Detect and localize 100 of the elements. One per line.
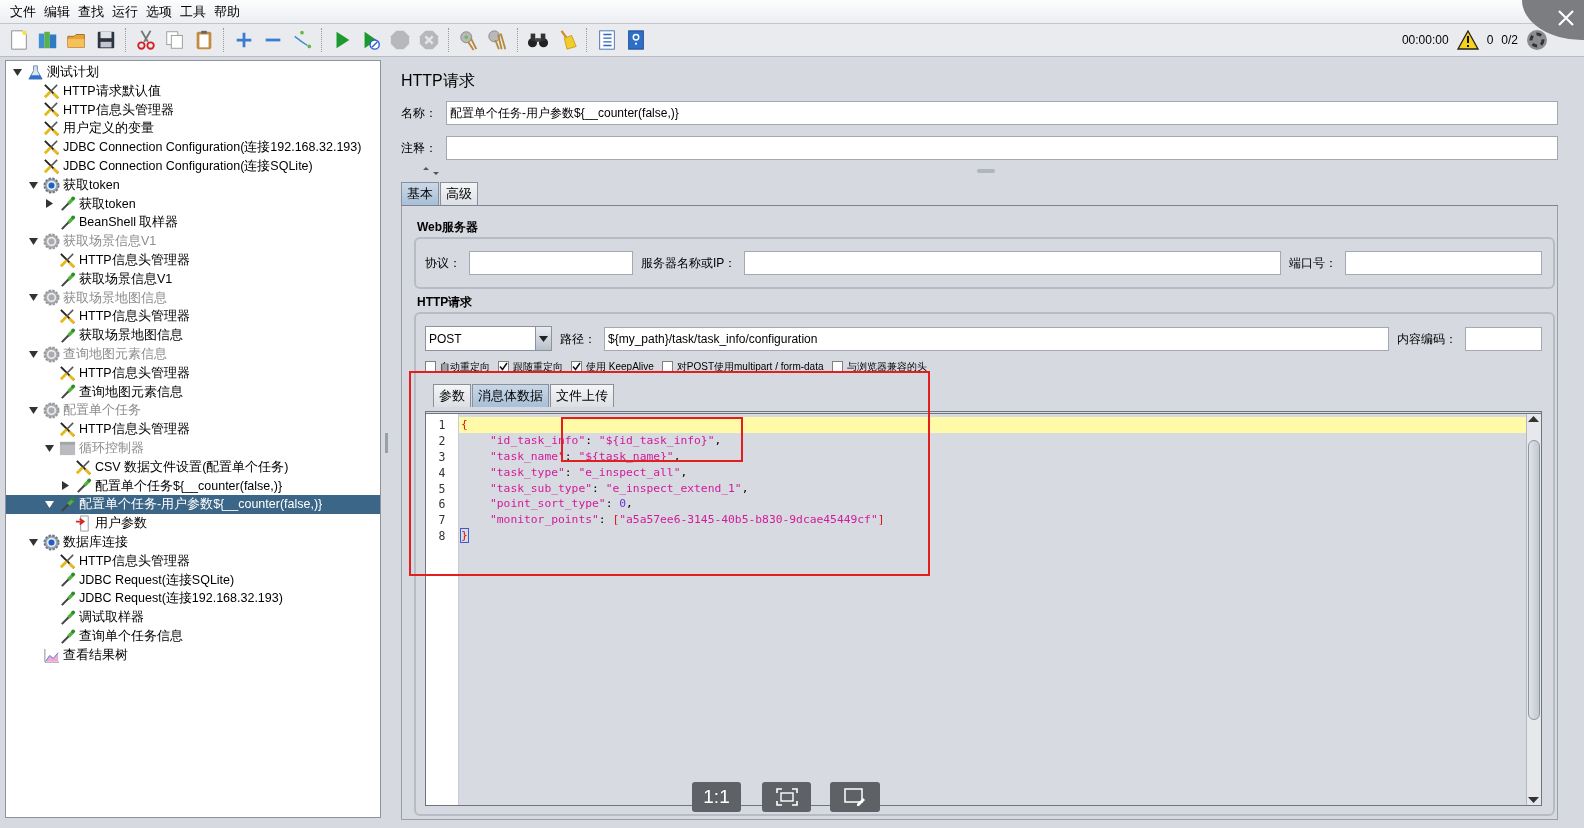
tools-icon [43, 101, 60, 119]
checkbox[interactable]: 对POST使用multipart / form-data [661, 359, 824, 374]
tree-item[interactable]: 获取token [6, 194, 380, 214]
scrollbar-thumb[interactable] [1528, 440, 1540, 720]
line-number: 7 [437, 512, 447, 529]
checkbox[interactable]: 与浏览器兼容的头 [831, 359, 927, 374]
scroll-down-icon[interactable] [1527, 795, 1540, 805]
pipette-icon [59, 214, 76, 232]
tree-item[interactable]: 获取token [6, 175, 380, 195]
code-line: "monitor_points": ["a5a57ee6-3145-40b5-b830-9dcae45449cf"] [490, 512, 885, 529]
tree-item[interactable]: 查看结果树 [6, 645, 380, 665]
warning-count: 0 [1486, 32, 1494, 49]
encoding-field[interactable] [1465, 326, 1542, 351]
code-line: "task_type": "e_inspect_all", [490, 464, 688, 481]
tools-icon [43, 120, 60, 138]
tools-icon [59, 308, 76, 326]
menu-item[interactable]: 编辑 [40, 0, 74, 25]
status-indicator-icon [1526, 29, 1548, 51]
pipette-icon [59, 590, 76, 608]
menu-item[interactable]: 文件 [6, 0, 40, 25]
splitter-handle-icon[interactable] [385, 432, 388, 453]
tree-item[interactable]: 数据库连接 [6, 532, 380, 552]
checkbox[interactable]: 使用 KeepAlive [571, 359, 654, 374]
expand-arrow-icon[interactable] [45, 199, 54, 209]
line-number: 1 [437, 417, 447, 433]
pipette-icon [75, 477, 92, 495]
tree-item[interactable]: HTTP请求默认值 [6, 81, 380, 101]
elapsed-time: 00:00:00 [1401, 32, 1449, 49]
gear-brooms-icon[interactable] [486, 29, 509, 51]
code-line: { [461, 418, 468, 431]
flask-icon [27, 63, 44, 81]
pipette-icon [59, 195, 76, 213]
divider-handle-icon[interactable] [977, 169, 995, 173]
tree-item[interactable]: BeanShell 取样器 [6, 213, 380, 233]
pipette-icon [59, 383, 76, 401]
tab[interactable]: 消息体数据 [472, 384, 549, 407]
tab[interactable]: 参数 [433, 384, 471, 407]
tree-item[interactable]: 测试计划 [6, 63, 380, 82]
tree-item[interactable]: JDBC Request(连接192.168.32.193) [6, 589, 380, 609]
collapse-arrow-icon[interactable] [29, 537, 38, 547]
document-arrow-icon [75, 515, 92, 532]
menu-item[interactable]: 工具 [176, 0, 210, 25]
gear-broom-icon[interactable] [457, 29, 480, 51]
menu-item[interactable]: 选项 [142, 0, 176, 25]
actual-size-button[interactable]: 1:1 [692, 782, 741, 812]
checkbox[interactable]: 自动重定向 [425, 359, 490, 374]
menu-item[interactable]: 查找 [74, 0, 108, 25]
tree-item[interactable]: 用户定义的变量 [6, 119, 380, 139]
checkmark-icon [572, 362, 581, 371]
code-line: "task_name": "${task_name}", [490, 448, 681, 465]
collapse-arrow-icon[interactable] [13, 67, 22, 77]
scroll-up-icon[interactable] [1527, 414, 1540, 424]
collapse-arrows-icon[interactable] [421, 167, 441, 175]
checkbox[interactable]: 跟随重定向 [498, 359, 563, 374]
line-number: 8 [437, 528, 447, 545]
menu-item[interactable]: 运行 [108, 0, 142, 25]
tab[interactable]: 高级 [440, 182, 478, 205]
tools-icon [59, 364, 76, 382]
method-dropdown[interactable]: POST [425, 326, 552, 351]
tree-item[interactable]: 调试取样器 [6, 608, 380, 627]
line-number: 3 [437, 448, 447, 465]
caret-icon [539, 335, 548, 342]
tree-item[interactable]: JDBC Connection Configuration(连接SQLite) [6, 157, 380, 176]
copy-icon[interactable] [163, 29, 186, 51]
comment-field[interactable] [446, 136, 1558, 160]
tree-item[interactable]: HTTP信息头管理器 [6, 551, 380, 571]
chart-icon [43, 646, 60, 664]
loop-box-icon [59, 439, 76, 457]
collapse-arrow-icon[interactable] [29, 180, 38, 190]
books-icon[interactable] [36, 29, 59, 51]
code-line: "task_sub_type": "e_inspect_extend_1", [490, 480, 749, 497]
tools-icon [59, 552, 76, 570]
line-number: 6 [437, 496, 447, 513]
tree-item[interactable]: JDBC Request(连接SQLite) [6, 570, 380, 590]
pipette-icon [59, 270, 76, 288]
text-field[interactable] [1345, 251, 1542, 275]
tab[interactable]: 文件上传 [550, 384, 614, 407]
tab[interactable]: 基本 [401, 182, 439, 205]
text-field[interactable] [744, 251, 1281, 275]
field-label: 注释： [401, 140, 438, 157]
field-label: 路径： [560, 330, 596, 348]
path-field[interactable]: ${my_path}/task/task_info/configuration [604, 326, 1389, 351]
tree-item[interactable]: JDBC Connection Configuration(连接192.168.32.193) [6, 138, 380, 157]
menu-item[interactable]: 帮助 [210, 0, 244, 25]
code-editor[interactable] [425, 411, 1542, 806]
gear-icon [43, 289, 60, 307]
tools-icon [43, 157, 60, 175]
tree-item[interactable]: HTTP信息头管理器 [6, 100, 380, 120]
code-line: } [461, 529, 468, 543]
pipette-icon [59, 327, 76, 345]
annotate-button[interactable] [830, 782, 880, 812]
line-number: 2 [437, 432, 447, 449]
scissors-icon[interactable] [134, 29, 157, 51]
warning-icon[interactable] [1456, 30, 1479, 50]
field-label: 内容编码： [1397, 330, 1457, 348]
tree-item[interactable]: 查询单个任务信息 [6, 626, 380, 646]
name-field[interactable]: 配置单个任务-用户参数${__counter(false,)} [446, 101, 1558, 125]
fit-screen-button[interactable] [762, 782, 811, 812]
text-field[interactable] [469, 251, 633, 275]
field-label: 协议： [425, 255, 461, 272]
